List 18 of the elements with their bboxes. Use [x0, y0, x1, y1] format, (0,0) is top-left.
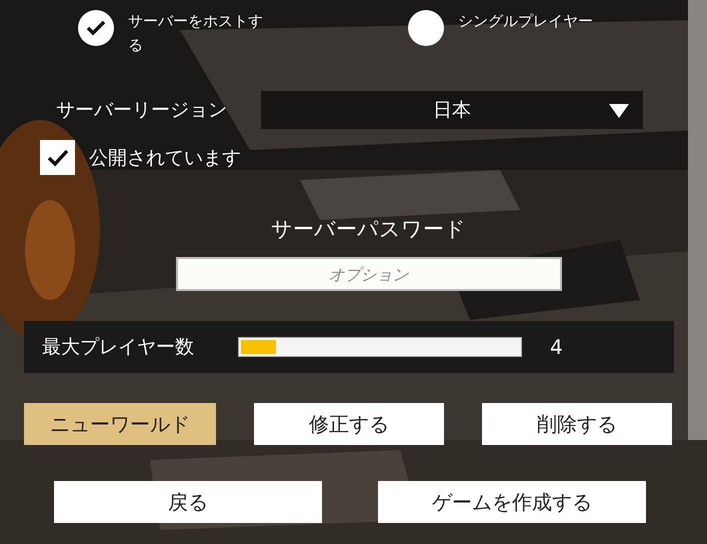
password-label: サーバーパスワード — [271, 216, 466, 243]
mode-radio[interactable]: シングルプレイヤー — [408, 10, 698, 70]
region-dropdown[interactable]: 日本 — [261, 91, 643, 129]
world-button[interactable]: 修正する — [254, 403, 444, 445]
max-players-label: 最大プレイヤー数 — [42, 335, 194, 360]
public-checkbox[interactable]: 公開されています — [40, 140, 340, 175]
password-field[interactable]: オプション — [176, 257, 562, 291]
mode-radio[interactable]: サーバーをホストする — [78, 10, 368, 70]
check-icon — [46, 148, 68, 166]
player-slider[interactable] — [238, 337, 522, 357]
create-game-button[interactable]: ゲームを作成する — [378, 481, 646, 523]
back-button[interactable]: 戻る — [54, 481, 322, 523]
world-button[interactable]: 削除する — [482, 403, 672, 445]
check-icon — [86, 20, 106, 36]
region-label: サーバーリージョン — [56, 98, 227, 123]
max-players-value: 4 — [550, 335, 563, 359]
caret-icon — [609, 104, 629, 118]
world-button[interactable]: ニューワールド — [24, 403, 216, 445]
